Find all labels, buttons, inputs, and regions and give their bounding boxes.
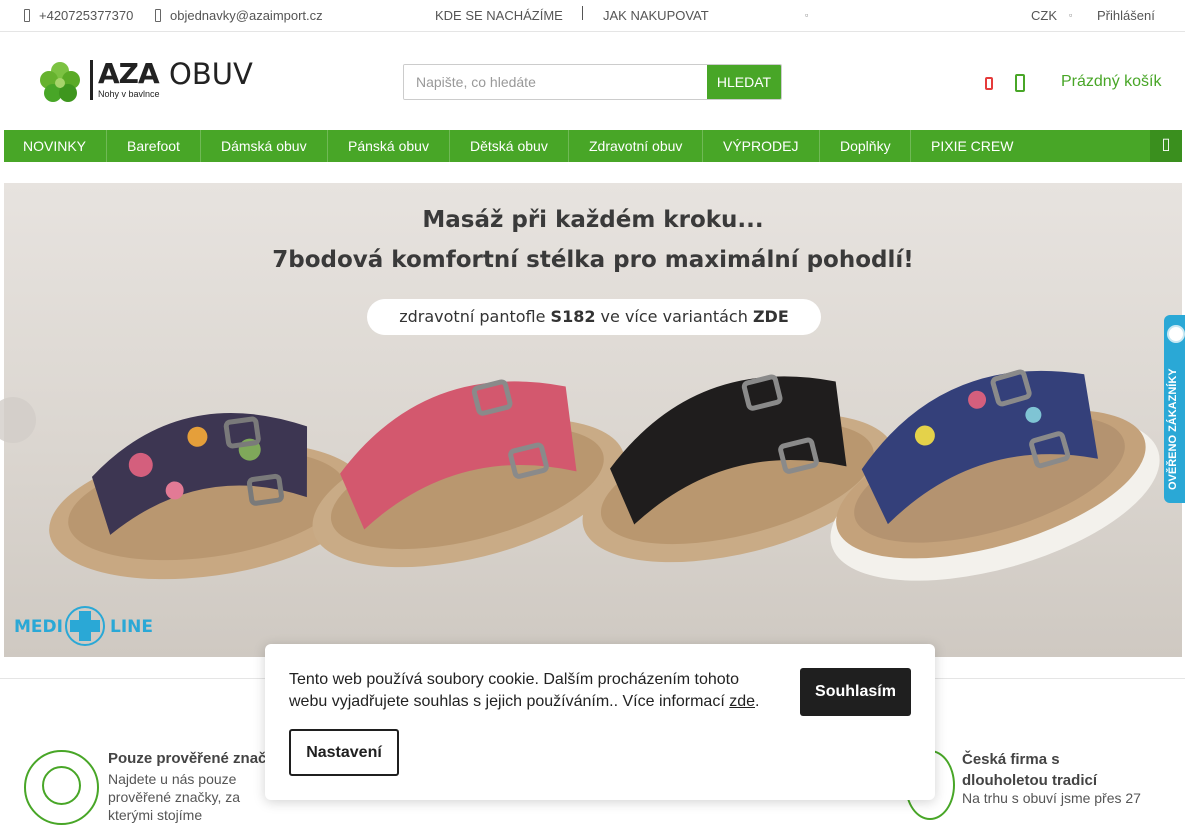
nav-item-novinky[interactable]: NOVINKY — [23, 130, 86, 162]
nav-divider — [702, 130, 703, 162]
nav-item-barefoot[interactable]: Barefoot — [127, 130, 180, 162]
nav-divider — [327, 130, 328, 162]
email-text: objednavky@azaimport.cz — [170, 8, 323, 23]
seal-icon — [1167, 325, 1185, 343]
email-link[interactable]: objednavky@azaimport.cz — [155, 8, 323, 23]
verified-badge[interactable]: OVĚŘENO ZÁKAZNÍKY — [1164, 315, 1185, 503]
nav-item-damska-obuv[interactable]: Dámská obuv — [221, 130, 307, 162]
medical-cross-icon — [65, 606, 105, 646]
cookie-consent: Tento web používá soubory cookie. Dalším… — [265, 644, 935, 800]
currency-select[interactable]: CZK — [1031, 8, 1057, 23]
main-navigation: NOVINKY Barefoot Dámská obuv Pánská obuv… — [4, 130, 1182, 162]
currency-value: CZK — [1031, 8, 1057, 23]
banner-cta-link: ZDE — [752, 307, 789, 326]
benefit-title: Česká firma s dlouholetou tradicí — [962, 751, 1097, 789]
currency-chevron-icon[interactable]: ▫ — [1069, 10, 1072, 20]
nav-item-pixie-crew[interactable]: PIXIE CREW — [931, 130, 1013, 162]
cart-label[interactable]: Prázdný košík — [1061, 73, 1161, 91]
nav-item-vyprodej[interactable]: VÝPRODEJ — [723, 130, 798, 162]
nav-item-doplnky[interactable]: Doplňky — [840, 130, 891, 162]
site-logo[interactable]: AZA Nohy v bavlnce OBUV — [38, 57, 268, 104]
benefit-text: Na trhu s obuví jsme přes 27 — [962, 790, 1141, 806]
nav-divider — [910, 130, 911, 162]
search-form: HLEDAT — [403, 64, 782, 100]
link-jak-nakupovat[interactable]: JAK NAKUPOVAT — [603, 8, 709, 23]
nav-item-panska-obuv[interactable]: Pánská obuv — [348, 130, 429, 162]
search-button[interactable]: HLEDAT — [707, 65, 781, 99]
logo-brand-text: AZA — [98, 57, 160, 90]
login-link[interactable]: Přihlášení — [1097, 8, 1155, 23]
nav-divider — [449, 130, 450, 162]
banner-cta-pre: zdravotní pantofle — [399, 307, 551, 326]
nav-more-icon[interactable]: ▯ — [1150, 130, 1182, 162]
nav-divider — [568, 130, 569, 162]
logo-product: OBUV — [169, 57, 253, 91]
link-kde-se-nachazime[interactable]: KDE SE NACHÁZÍME — [435, 8, 563, 23]
cookie-accept-button[interactable]: Souhlasím — [800, 668, 911, 716]
nav-item-detska-obuv[interactable]: Dětská obuv — [470, 130, 548, 162]
phone-text: +420725377370 — [39, 8, 134, 23]
cookie-message-end: . — [755, 693, 760, 710]
mediline-logo: MEDI LINE — [14, 601, 154, 651]
banner-cta-mid: ve více variantách — [595, 307, 753, 326]
flower-logo-icon — [40, 62, 80, 102]
banner-cta[interactable]: zdravotní pantofle S182 ve více variantá… — [367, 299, 821, 335]
nav-divider — [200, 130, 201, 162]
mediline-right: LINE — [110, 617, 153, 637]
mediline-left: MEDI — [14, 617, 63, 637]
top-bar: +420725377370 objednavky@azaimport.cz KD… — [0, 0, 1185, 32]
cookie-message: Tento web používá soubory cookie. Dalším… — [289, 669, 779, 713]
mail-icon — [155, 9, 161, 22]
phone-link[interactable]: +420725377370 — [24, 8, 133, 23]
benefit-title: Pouze prověřené značky — [108, 750, 284, 767]
phone-icon — [24, 9, 30, 22]
chevron-down-icon[interactable]: ▫ — [805, 10, 808, 20]
verified-badge-label: OVĚŘENO ZÁKAZNÍKY — [1167, 368, 1179, 490]
nav-item-zdravotni-obuv[interactable]: Zdravotní obuv — [589, 130, 682, 162]
logo-tagline: Nohy v bavlnce — [98, 89, 160, 99]
cookie-settings-button[interactable]: Nastavení — [289, 729, 399, 776]
nav-divider — [106, 130, 107, 162]
banner-headline: Masáž při každém kroku... — [422, 207, 764, 233]
award-icon-inner — [42, 766, 81, 805]
banner-cta-model: S182 — [550, 307, 596, 326]
award-icon — [24, 750, 99, 825]
divider — [582, 6, 583, 20]
cart-icon[interactable] — [1015, 74, 1025, 92]
cookie-more-link[interactable]: zde — [729, 693, 755, 710]
heart-icon[interactable] — [985, 77, 993, 90]
logo-brand: AZA Nohy v bavlnce — [90, 60, 160, 100]
benefit-text: Najdete u nás pouze prověřené značky, za… — [108, 771, 241, 823]
banner-subheadline: 7bodová komfortní stélka pro maximální p… — [272, 247, 914, 273]
hero-banner[interactable]: Masáž při každém kroku... 7bodová komfor… — [4, 183, 1182, 657]
search-input[interactable] — [404, 65, 709, 99]
nav-divider — [819, 130, 820, 162]
header: AZA Nohy v bavlnce OBUV HLEDAT Prázdný k… — [0, 32, 1185, 130]
cookie-message-text: Tento web používá soubory cookie. Dalším… — [289, 671, 740, 710]
